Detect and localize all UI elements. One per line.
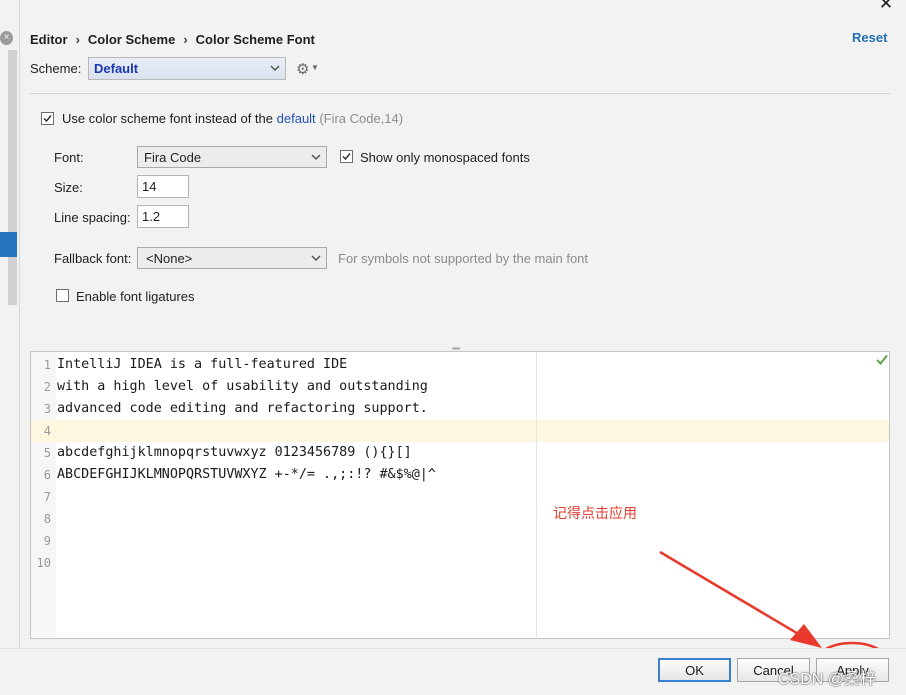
caret-line-highlight: [31, 420, 889, 442]
preview-line: advanced code editing and refactoring su…: [57, 401, 428, 416]
breadcrumb-item-editor[interactable]: Editor: [30, 32, 68, 47]
preview-line: with a high level of usability and outst…: [57, 379, 428, 394]
ok-button[interactable]: OK: [658, 658, 731, 682]
breadcrumb-item-color-scheme[interactable]: Color Scheme: [88, 32, 175, 47]
default-font-link[interactable]: default: [277, 111, 316, 126]
scheme-label: Scheme:: [30, 61, 82, 76]
use-scheme-font-checkbox[interactable]: [41, 112, 54, 125]
line-number: 4: [43, 424, 51, 438]
line-number: 9: [43, 534, 51, 548]
font-select[interactable]: Fira Code: [137, 146, 327, 168]
preview-line: IntelliJ IDEA is a full-featured IDE: [57, 357, 348, 372]
scheme-select-value: Default: [94, 61, 139, 76]
search-clear-icon[interactable]: ×: [0, 31, 13, 45]
close-icon[interactable]: ✕: [878, 0, 894, 14]
font-ligatures-checkbox[interactable]: [56, 289, 69, 302]
line-number: 3: [43, 402, 51, 416]
line-number: 6: [43, 468, 51, 482]
line-number: 2: [43, 380, 51, 394]
inspection-ok-icon: [876, 353, 888, 368]
chevron-down-icon: [270, 61, 280, 78]
fallback-font-select[interactable]: <None>: [137, 247, 327, 269]
line-number: 1: [43, 358, 51, 372]
watermark-text: CSDN @桑梓: [778, 671, 877, 688]
line-number: 10: [36, 556, 51, 570]
breadcrumb-separator: ›: [75, 31, 80, 47]
scheme-select[interactable]: Default: [88, 57, 286, 80]
line-spacing-input[interactable]: 1.2: [137, 205, 189, 228]
chevron-down-icon: [311, 251, 321, 268]
annotation-text: 记得点击应用: [553, 506, 637, 522]
preview-line: abcdefghijklmnopqrstuvwxyz 0123456789 ()…: [57, 445, 412, 460]
fallback-font-hint: For symbols not supported by the main fo…: [338, 251, 589, 266]
line-spacing-input-value: 1.2: [142, 209, 161, 224]
breadcrumb-item-color-scheme-font: Color Scheme Font: [195, 31, 315, 47]
font-label: Font:: [54, 150, 84, 165]
chevron-down-icon: [311, 150, 321, 167]
size-input-value: 14: [142, 179, 157, 194]
divider: [30, 93, 890, 94]
use-scheme-font-label: Use color scheme font instead of the def…: [62, 111, 403, 126]
size-input[interactable]: 14: [137, 175, 189, 198]
monospaced-only-label: Show only monospaced fonts: [360, 150, 530, 165]
reset-link[interactable]: Reset: [852, 30, 887, 45]
monospaced-only-checkbox[interactable]: [340, 150, 353, 163]
default-font-hint: (Fira Code,14): [319, 111, 404, 126]
fallback-font-select-value: <None>: [146, 250, 193, 266]
line-spacing-label: Line spacing:: [54, 210, 131, 225]
breadcrumb: Editor › Color Scheme › Color Scheme Fon…: [30, 30, 315, 48]
line-number: 8: [43, 512, 51, 526]
font-ligatures-label: Enable font ligatures: [76, 289, 195, 304]
settings-tree-selected-item[interactable]: [0, 232, 17, 257]
right-margin-guide: [536, 352, 537, 638]
line-number: 7: [43, 490, 51, 504]
preview-line: ABCDEFGHIJKLMNOPQRSTUVWXYZ +-*/= .,;:!? …: [57, 467, 436, 482]
settings-tree-scrollbar[interactable]: [8, 50, 17, 305]
font-select-value: Fira Code: [144, 149, 202, 165]
fallback-font-label: Fallback font:: [54, 251, 132, 266]
gear-icon[interactable]: ⚙: [296, 60, 309, 78]
use-scheme-font-label-text: Use color scheme font instead of the: [62, 111, 274, 126]
breadcrumb-separator: ›: [183, 31, 188, 47]
size-label: Size:: [54, 180, 83, 195]
chevron-down-icon[interactable]: ▼: [311, 63, 319, 72]
line-number: 5: [43, 446, 51, 460]
